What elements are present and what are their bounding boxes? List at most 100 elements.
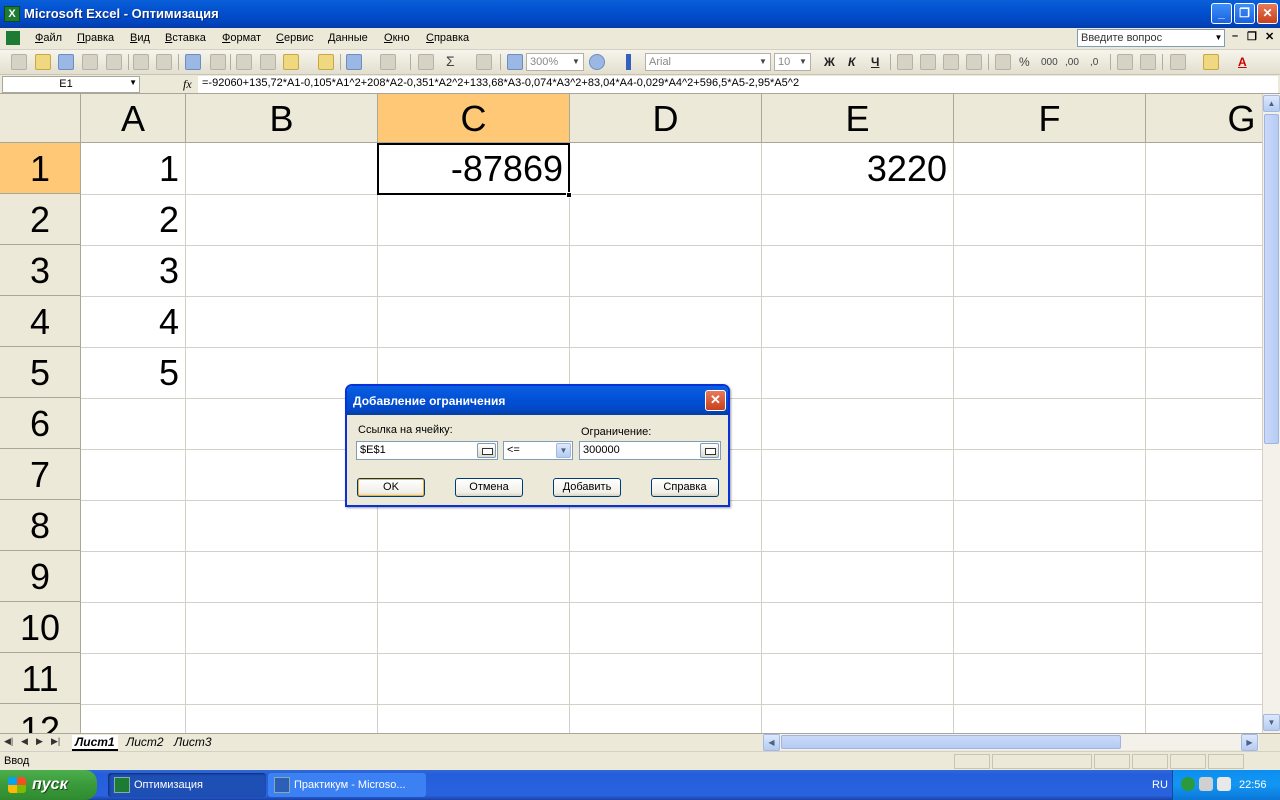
doc-icon[interactable] [6, 31, 20, 45]
add-button[interactable]: Добавить [553, 478, 621, 497]
increase-indent-icon[interactable] [1140, 54, 1156, 70]
cell-a5[interactable]: 5 [81, 347, 185, 398]
row-header-4[interactable]: 4 [0, 296, 81, 347]
menu-insert[interactable]: Вставка [165, 32, 206, 44]
format-painter-icon[interactable] [318, 54, 334, 70]
doc-restore-button[interactable]: ❐ [1247, 30, 1257, 43]
cell-a4[interactable]: 4 [81, 296, 185, 347]
cancel-button[interactable]: Отмена [455, 478, 523, 497]
cell-a1[interactable]: 1 [81, 143, 185, 194]
hyperlink-icon[interactable] [418, 54, 434, 70]
vertical-scroll-thumb[interactable] [1264, 114, 1279, 444]
undo-icon[interactable] [346, 54, 362, 70]
spelling-icon[interactable] [185, 54, 201, 70]
first-sheet-icon[interactable]: ◀| [4, 736, 13, 747]
collapse-dialog-icon[interactable] [477, 443, 496, 458]
chevron-down-icon[interactable]: ▼ [556, 443, 571, 458]
help-question-input[interactable]: Введите вопрос [1077, 29, 1225, 47]
column-header-e[interactable]: E [762, 94, 954, 143]
decrease-decimal-button[interactable]: ,0 [1090, 57, 1098, 68]
row-header-3[interactable]: 3 [0, 245, 81, 296]
menu-data[interactable]: Данные [328, 32, 368, 44]
merge-center-icon[interactable] [966, 54, 982, 70]
copy-icon[interactable] [260, 54, 276, 70]
currency-icon[interactable] [995, 54, 1011, 70]
name-box[interactable]: E1 ▼ [2, 76, 140, 93]
chart-wizard-icon[interactable] [507, 54, 523, 70]
fill-color-icon[interactable] [1203, 54, 1219, 70]
sheet-tab-3[interactable]: Лист3 [171, 735, 215, 751]
vertical-scrollbar[interactable]: ▲ ▼ [1262, 94, 1280, 733]
menu-edit[interactable]: Правка [77, 32, 114, 44]
cell-ref-input[interactable]: $E$1 [356, 441, 498, 460]
paste-icon[interactable] [283, 54, 299, 70]
bold-button[interactable]: Ж [824, 55, 835, 69]
language-indicator[interactable]: RU [1152, 779, 1168, 791]
sheet-tab-2[interactable]: Лист2 [123, 735, 167, 751]
row-header-11[interactable]: 11 [0, 653, 81, 704]
cell-e1[interactable]: 3220 [761, 143, 953, 194]
row-header-10[interactable]: 10 [0, 602, 81, 653]
menu-file[interactable]: Файл [35, 32, 62, 44]
formula-input[interactable]: =-92060+135,72*A1-0,105*A1^2+208*A2-0,35… [198, 76, 1278, 93]
close-button[interactable]: ✕ [1257, 3, 1278, 24]
align-center-icon[interactable] [920, 54, 936, 70]
align-right-icon[interactable] [943, 54, 959, 70]
research-icon[interactable] [210, 54, 226, 70]
align-left-icon[interactable] [897, 54, 913, 70]
row-header-7[interactable]: 7 [0, 449, 81, 500]
borders-icon[interactable] [1170, 54, 1186, 70]
doc-minimize-button[interactable]: – [1232, 30, 1238, 42]
select-all-corner[interactable] [0, 94, 81, 143]
network-icon[interactable] [1199, 777, 1213, 791]
redo-icon[interactable] [380, 54, 396, 70]
back-icon[interactable] [1181, 777, 1195, 791]
ok-button[interactable]: OK [357, 478, 425, 497]
column-header-d[interactable]: D [570, 94, 762, 143]
column-header-c[interactable]: C [378, 94, 570, 143]
menu-window[interactable]: Окно [384, 32, 410, 44]
font-color-icon[interactable]: A [1238, 55, 1247, 69]
scroll-right-icon[interactable]: ▶ [1241, 734, 1258, 751]
row-header-6[interactable]: 6 [0, 398, 81, 449]
row-header-2[interactable]: 2 [0, 194, 81, 245]
task-excel[interactable]: Оптимизация [108, 773, 266, 797]
new-icon[interactable] [11, 54, 27, 70]
menu-help[interactable]: Справка [426, 32, 469, 44]
font-name-select[interactable]: Arial ▼ [645, 53, 771, 71]
increase-decimal-button[interactable]: ,00 [1065, 57, 1079, 68]
sort-icon[interactable] [476, 54, 492, 70]
help-icon[interactable] [589, 54, 605, 70]
print-preview-icon[interactable] [156, 54, 172, 70]
scroll-down-icon[interactable]: ▼ [1263, 714, 1280, 731]
prev-sheet-icon[interactable]: ◀ [21, 736, 28, 747]
column-header-b[interactable]: B [186, 94, 378, 143]
column-header-a[interactable]: A [81, 94, 186, 143]
italic-button[interactable]: К [848, 55, 855, 69]
menu-view[interactable]: Вид [130, 32, 150, 44]
last-sheet-icon[interactable]: ▶| [51, 736, 60, 747]
function-icon[interactable]: fx [183, 77, 192, 92]
title-bar[interactable]: X Microsoft Excel - Оптимизация _ ❐ ✕ [0, 0, 1280, 28]
column-header-f[interactable]: F [954, 94, 1146, 143]
zoom-select[interactable]: 300% ▼ [526, 53, 584, 71]
print-icon[interactable] [133, 54, 149, 70]
restore-button[interactable]: ❐ [1234, 3, 1255, 24]
dialog-close-button[interactable]: ✕ [705, 390, 726, 411]
menu-format[interactable]: Формат [222, 32, 261, 44]
thousands-button[interactable]: 000 [1041, 57, 1058, 68]
save-icon[interactable] [58, 54, 74, 70]
task-word[interactable]: Практикум - Microso... [268, 773, 426, 797]
underline-button[interactable]: Ч [871, 55, 879, 69]
autosum-icon[interactable]: Σ [446, 53, 455, 69]
operator-select[interactable]: <= ▼ [503, 441, 573, 460]
row-header-8[interactable]: 8 [0, 500, 81, 551]
column-header-g[interactable]: G [1146, 94, 1262, 143]
row-header-9[interactable]: 9 [0, 551, 81, 602]
help-dropdown-icon[interactable]: ▼ [1213, 30, 1224, 46]
font-size-select[interactable]: 10 ▼ [774, 53, 811, 71]
help-button[interactable]: Справка [651, 478, 719, 497]
next-sheet-icon[interactable]: ▶ [36, 736, 43, 747]
cell-a3[interactable]: 3 [81, 245, 185, 296]
doc-close-button[interactable]: ✕ [1265, 30, 1274, 43]
